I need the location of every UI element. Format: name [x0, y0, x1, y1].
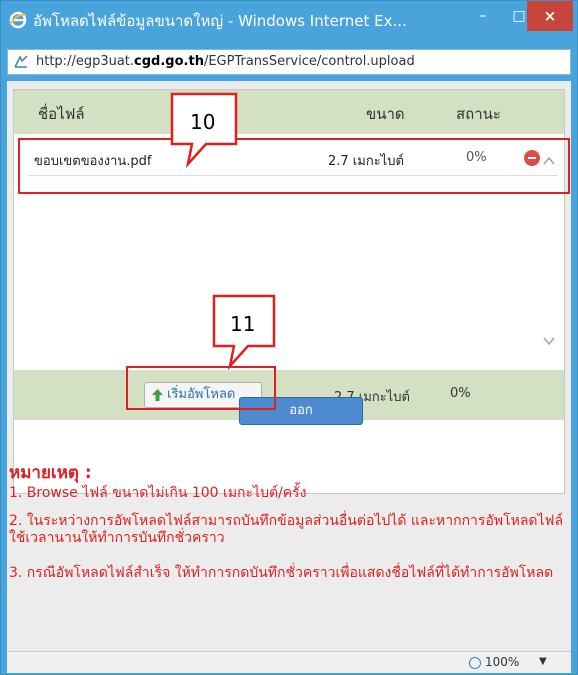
site-favicon-icon — [14, 55, 28, 68]
status-bar: 100% ▼ — [7, 651, 571, 673]
window-title: อัพโหลดไฟล์ข้อมูลขนาดใหญ่ - Windows Inte… — [33, 12, 407, 30]
minimize-button[interactable]: – — [465, 1, 501, 31]
scroll-down-icon[interactable] — [542, 334, 556, 348]
address-url[interactable]: http://egp3uat.cgd.go.th/EGPTransService… — [36, 54, 415, 69]
zoom-dropdown-icon[interactable]: ▼ — [539, 656, 547, 667]
ie-window: อัพโหลดไฟล์ข้อมูลขนาดใหญ่ - Windows Inte… — [0, 0, 578, 675]
note-item-2: 2. ในระหว่างการอัพโหลดไฟล์สามารถบันทึกข้… — [9, 513, 564, 546]
column-header-size: ขนาด — [366, 105, 405, 123]
zoom-magnifier-icon[interactable] — [469, 657, 481, 669]
note-item-1: 1. Browse ไฟล์ ขนาดไม่เกิน 100 เมกะไบต์/… — [9, 485, 307, 501]
close-button[interactable]: × — [527, 1, 573, 31]
ie-logo-icon — [9, 11, 27, 29]
url-prefix: http://egp3uat. — [36, 54, 135, 69]
url-domain: cgd.go.th — [134, 54, 204, 69]
total-status: 0% — [450, 386, 471, 401]
table-header: ชื่อไฟล์ ขนาด สถานะ — [14, 90, 564, 134]
note-item-3: 3. กรณีอัพโหลดไฟล์สำเร็จ ให้ทำการกดบันทึ… — [9, 565, 554, 581]
zoom-level[interactable]: 100% — [485, 655, 519, 669]
title-bar[interactable]: อัพโหลดไฟล์ข้อมูลขนาดใหญ่ - Windows Inte… — [1, 1, 577, 39]
highlight-upload-button — [126, 366, 276, 410]
column-header-status: สถานะ — [456, 105, 501, 123]
address-bar[interactable]: http://egp3uat.cgd.go.th/EGPTransService… — [7, 49, 571, 75]
column-header-name: ชื่อไฟล์ — [38, 105, 85, 123]
callout-11-label: 11 — [230, 312, 256, 336]
highlight-file-row — [18, 138, 570, 194]
note-title: หมายเหตุ : — [9, 463, 92, 483]
url-path: /EGPTransService/control.upload — [203, 54, 415, 69]
callout-10-label: 10 — [190, 110, 216, 134]
